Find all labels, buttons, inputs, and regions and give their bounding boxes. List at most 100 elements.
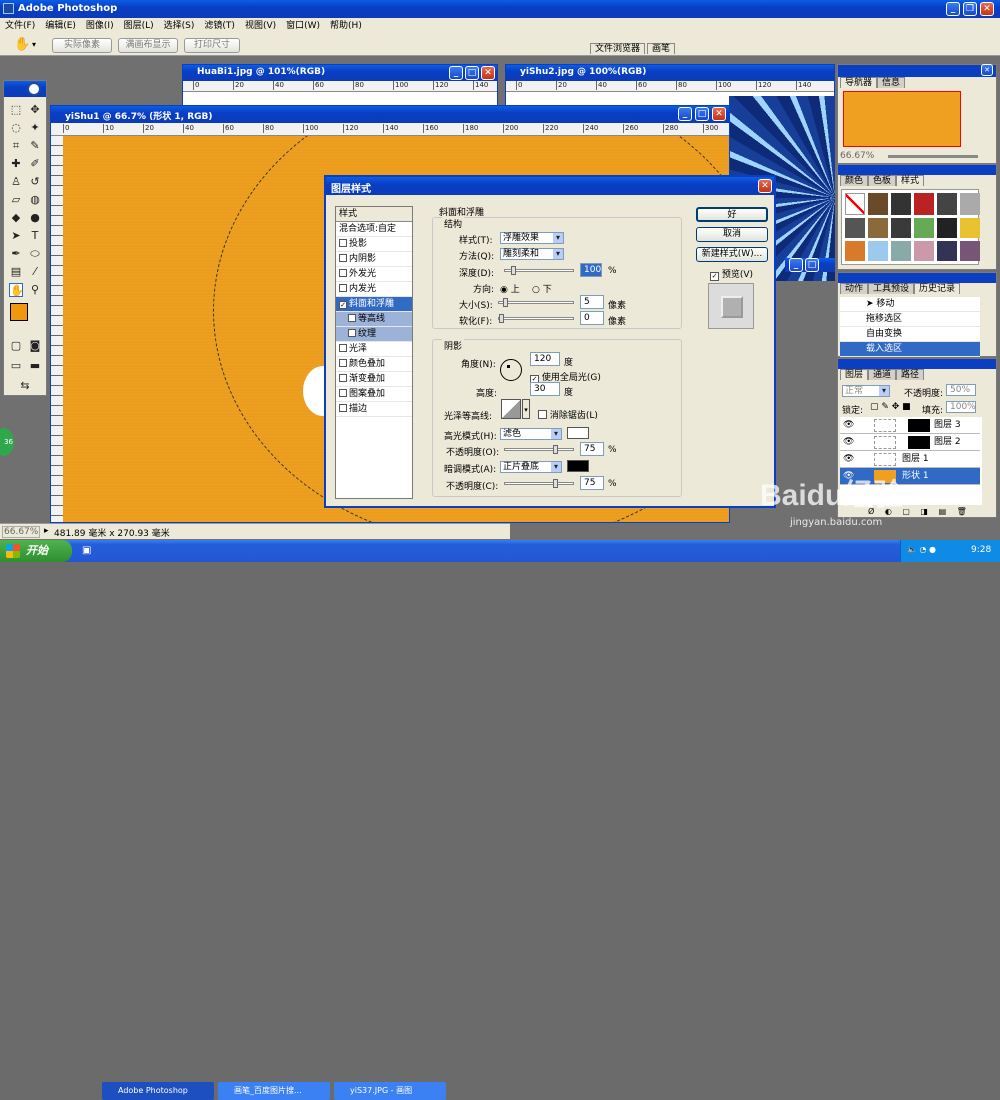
history-brush-icon[interactable]: ↺ [28, 175, 42, 189]
shadow-opacity-thumb[interactable] [553, 479, 558, 488]
color-tab[interactable]: 颜色 [840, 175, 869, 186]
yishu1-maximize-button[interactable]: □ [695, 107, 709, 121]
style-none[interactable] [845, 193, 865, 215]
imageready-icon[interactable]: ⇆ [18, 379, 32, 393]
marquee-tool-icon[interactable]: ⬚ [9, 103, 23, 117]
taskbar-paint[interactable]: yiS37.JPG - 画图 [334, 1082, 446, 1100]
huabi-close-button[interactable]: ✕ [481, 66, 495, 80]
foreground-color-swatch[interactable] [10, 303, 28, 321]
shadow-color-swatch[interactable] [567, 460, 589, 472]
layer-row[interactable]: 👁 图层 1 [840, 451, 980, 468]
style-swatch[interactable] [868, 218, 888, 238]
start-button[interactable]: 开始 [0, 540, 72, 562]
path-select-icon[interactable]: ➤ [9, 229, 23, 243]
brushes-tab[interactable]: 画笔 [647, 43, 676, 54]
eye-icon[interactable]: 👁 [843, 451, 854, 468]
screen-mode-icon[interactable]: ▭ [9, 359, 23, 373]
gradient-tool-icon[interactable]: ◍ [28, 193, 42, 207]
navigator-panel-header[interactable]: ✕ [838, 64, 996, 77]
restore-button[interactable]: ❐ [963, 2, 977, 16]
highlight-opacity-slider[interactable] [504, 445, 574, 454]
menu-help[interactable]: 帮助(H) [325, 21, 367, 31]
eraser-tool-icon[interactable]: ▱ [9, 193, 23, 207]
blend-mode-select[interactable]: 正常 [842, 385, 890, 397]
notes-tool-icon[interactable]: ▤ [9, 265, 23, 279]
toolbox-header[interactable] [4, 81, 46, 97]
taskbar-photoshop[interactable]: Adobe Photoshop [102, 1082, 214, 1100]
yishu2-maximize-button[interactable]: □ [805, 258, 819, 272]
zoom-tool-icon[interactable]: ⚲ [28, 283, 42, 297]
history-panel-header[interactable] [838, 273, 996, 283]
style-swatch[interactable] [937, 241, 957, 261]
history-item[interactable]: 拖移选区 [840, 312, 980, 327]
highlight-mode-select[interactable]: 滤色 [500, 428, 562, 440]
print-size-button[interactable]: 打印尺寸 [184, 38, 240, 53]
blend-options-item[interactable]: 混合选项:自定 [336, 222, 412, 237]
stroke-checkbox[interactable] [339, 404, 347, 412]
opacity-input[interactable]: 50% [946, 384, 976, 396]
drop-shadow-checkbox[interactable] [339, 239, 347, 247]
yishu1-title-bar[interactable]: yiShu1 @ 66.7% (形状 1, RGB) _ □ ✕ [51, 106, 729, 123]
gloss-contour-dropdown-icon[interactable]: ▾ [522, 399, 530, 419]
highlight-opacity-input[interactable]: 75 [580, 442, 604, 456]
quicklaunch-icon[interactable]: ▣ [82, 545, 91, 556]
pen-tool-icon[interactable]: ✒ [9, 247, 23, 261]
style-item-contour[interactable]: 等高线 [336, 312, 412, 327]
menu-edit[interactable]: 编辑(E) [40, 21, 81, 31]
navigator-tab[interactable]: 导航器 [840, 77, 878, 88]
angle-dial[interactable] [500, 359, 522, 381]
healing-brush-icon[interactable]: ✚ [9, 157, 23, 171]
paths-tab[interactable]: 路径 [896, 369, 925, 380]
style-item-stroke[interactable]: 描边 [336, 402, 412, 417]
swatches-tab[interactable]: 色板 [868, 175, 897, 186]
navigator-preview[interactable] [843, 91, 961, 147]
style-item-drop-shadow[interactable]: 投影 [336, 237, 412, 252]
shape-tool-icon[interactable]: ⬭ [28, 247, 42, 261]
lock-icons[interactable]: ▢ ✎ ✥ ■ [870, 402, 911, 412]
navigator-close-icon[interactable]: ✕ [981, 64, 993, 76]
styles-tab[interactable]: 样式 [896, 175, 925, 186]
style-swatch[interactable] [914, 218, 934, 238]
history-item[interactable]: ➤ 移动 [840, 297, 980, 312]
style-list-header[interactable]: 样式 [336, 207, 412, 222]
history-item[interactable]: 自由变换 [840, 327, 980, 342]
layer-row[interactable]: 👁 图层 3 [840, 417, 980, 434]
style-swatch[interactable] [868, 241, 888, 261]
depth-slider-thumb[interactable] [511, 266, 517, 275]
bevel-style-select[interactable]: 浮雕效果 [500, 232, 564, 244]
style-swatch[interactable] [891, 241, 911, 261]
brush-tool-icon[interactable]: ✐ [28, 157, 42, 171]
layers-tab[interactable]: 图层 [840, 369, 869, 380]
shadow-mode-select[interactable]: 正片叠底 [500, 461, 562, 473]
size-input[interactable]: 5 [580, 295, 604, 309]
document-window-huabi[interactable]: HuaBi1.jpg @ 101%(RGB) _ □ ✕ 0 20 40 60 80 10… [182, 64, 498, 108]
menu-image[interactable]: 图像(I) [81, 21, 119, 31]
shadow-opacity-input[interactable]: 75 [580, 476, 604, 490]
pattern-overlay-checkbox[interactable] [339, 389, 347, 397]
yishu1-minimize-button[interactable]: _ [678, 107, 692, 121]
preset-dropdown-icon[interactable]: ▾ [32, 40, 36, 49]
style-swatch[interactable] [960, 193, 980, 215]
size-slider[interactable] [498, 298, 574, 307]
shadow-opacity-slider[interactable] [504, 479, 574, 488]
type-tool-icon[interactable]: T [28, 229, 42, 243]
menu-select[interactable]: 选择(S) [159, 21, 200, 31]
soften-input[interactable]: 0 [580, 311, 604, 325]
altitude-input[interactable]: 30 [530, 382, 560, 396]
move-tool-icon[interactable]: ✥ [28, 103, 42, 117]
style-swatch[interactable] [960, 218, 980, 238]
yishu2-minimize-button[interactable]: _ [789, 258, 803, 272]
angle-input[interactable]: 120 [530, 352, 560, 366]
style-swatch[interactable] [937, 193, 957, 215]
huabi-title-bar[interactable]: HuaBi1.jpg @ 101%(RGB) _ □ ✕ [183, 65, 497, 81]
technique-select[interactable]: 雕刻柔和 [500, 248, 564, 260]
eye-icon[interactable]: 👁 [843, 434, 854, 451]
blur-tool-icon[interactable]: ◆ [9, 211, 23, 225]
style-swatch[interactable] [891, 193, 911, 215]
ok-button[interactable]: 好 [696, 207, 768, 222]
soften-slider[interactable] [498, 314, 574, 323]
inner-shadow-checkbox[interactable] [339, 254, 347, 262]
history-item-current[interactable]: 载入选区 [840, 342, 980, 357]
soften-slider-thumb[interactable] [499, 314, 504, 323]
layer-row[interactable]: 👁 图层 2 [840, 434, 980, 451]
